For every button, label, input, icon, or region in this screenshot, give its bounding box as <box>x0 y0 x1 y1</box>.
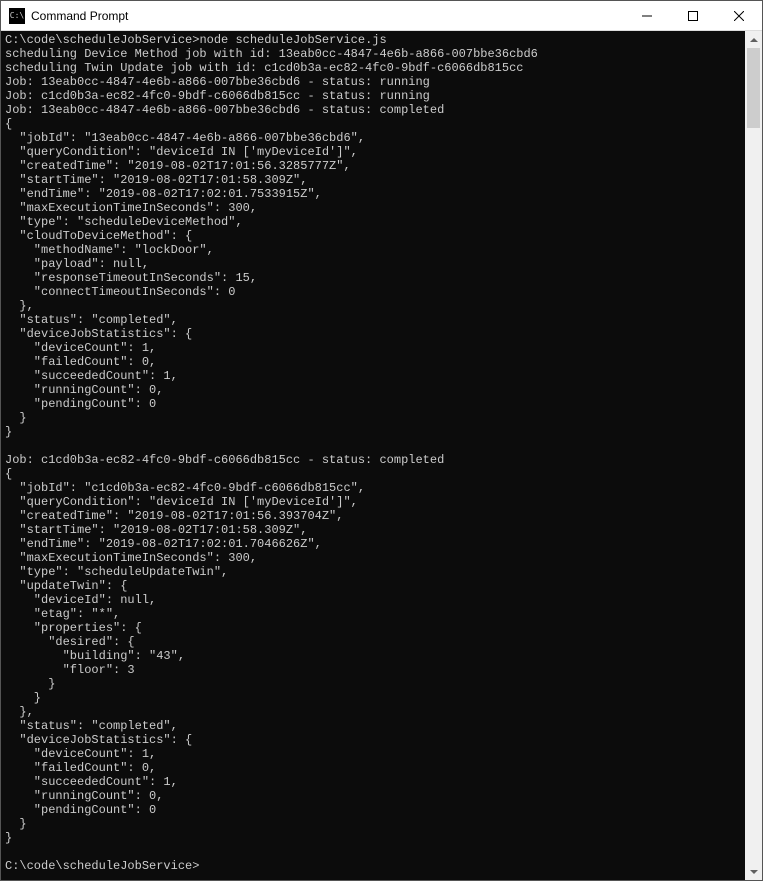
maximize-button[interactable] <box>670 1 716 30</box>
scroll-up-arrow-icon[interactable] <box>745 31 762 48</box>
minimize-button[interactable] <box>624 1 670 30</box>
log-line: Job: c1cd0b3a-ec82-4fc0-9bdf-c6066db815c… <box>5 89 430 103</box>
log-line: Job: 13eab0cc-4847-4e6b-a866-007bbe36cbd… <box>5 103 444 117</box>
scroll-down-arrow-icon[interactable] <box>745 863 762 880</box>
prompt: C:\code\scheduleJobService> <box>5 33 199 47</box>
console-area: C:\code\scheduleJobService>node schedule… <box>1 31 762 880</box>
command-prompt-window: C:\ Command Prompt C:\code\scheduleJobSe… <box>0 0 763 881</box>
log-line: Job: 13eab0cc-4847-4e6b-a866-007bbe36cbd… <box>5 75 430 89</box>
close-button[interactable] <box>716 1 762 30</box>
window-controls <box>624 1 762 30</box>
job-status-line: Job: c1cd0b3a-ec82-4fc0-9bdf-c6066db815c… <box>5 453 444 467</box>
vertical-scrollbar[interactable] <box>745 31 762 880</box>
command-prompt-icon: C:\ <box>9 8 25 24</box>
job-json-output: { "jobId": "13eab0cc-4847-4e6b-a866-007b… <box>5 117 365 439</box>
command-text: node scheduleJobService.js <box>199 33 386 47</box>
job-json-output: { "jobId": "c1cd0b3a-ec82-4fc0-9bdf-c606… <box>5 467 365 845</box>
window-title: Command Prompt <box>31 9 624 23</box>
scroll-thumb[interactable] <box>747 48 760 128</box>
titlebar[interactable]: C:\ Command Prompt <box>1 1 762 31</box>
log-line: scheduling Twin Update job with id: c1cd… <box>5 61 523 75</box>
console-output[interactable]: C:\code\scheduleJobService>node schedule… <box>1 31 745 880</box>
prompt: C:\code\scheduleJobService> <box>5 859 199 873</box>
log-line: scheduling Device Method job with id: 13… <box>5 47 538 61</box>
